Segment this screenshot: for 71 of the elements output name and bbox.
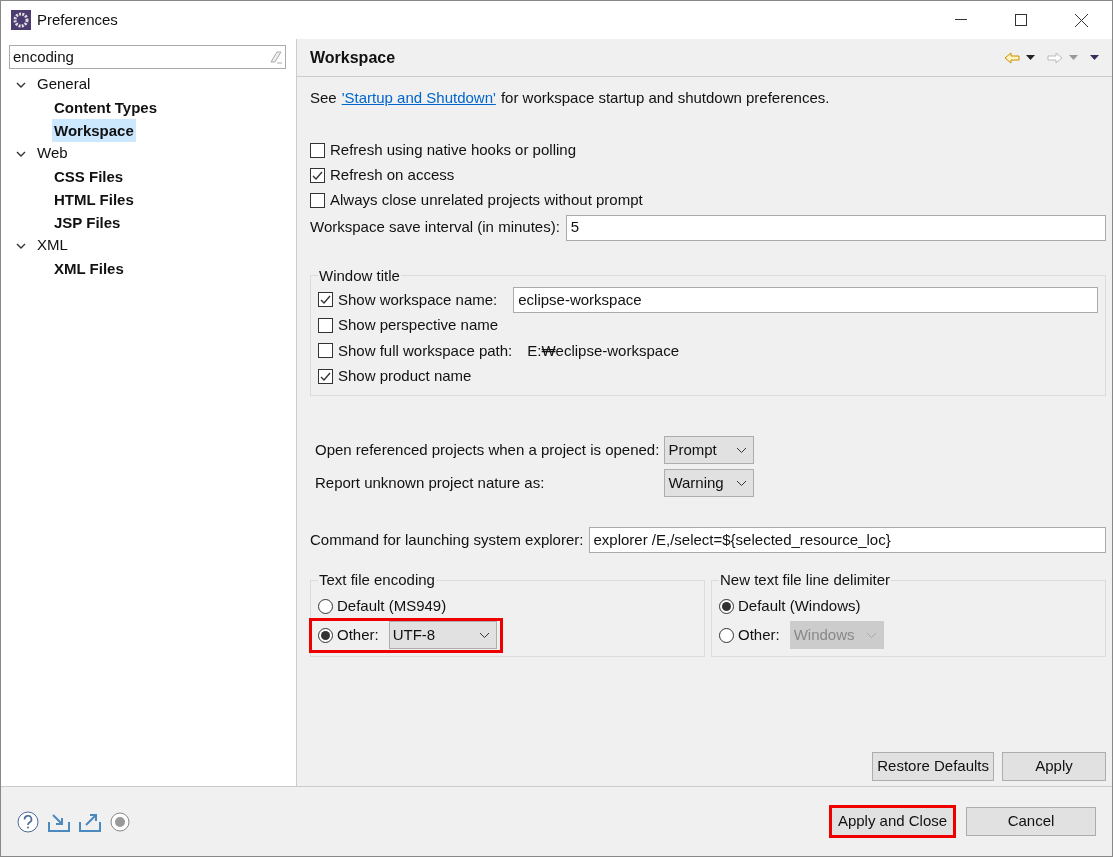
dropdown[interactable]: Warning [664, 469, 755, 497]
tree-item[interactable]: XML Files [52, 257, 126, 280]
checkbox[interactable] [310, 167, 325, 183]
checkbox-label: Refresh on access [330, 164, 455, 185]
close-icon[interactable] [1075, 13, 1088, 27]
field-label: Command for launching system explorer: [310, 529, 584, 550]
chevron-down-icon [736, 446, 748, 454]
field-label: Report unknown project nature as: [315, 472, 546, 493]
workspace-path: E:₩eclipse-workspace [527, 340, 679, 361]
group-title: Window title [318, 265, 401, 286]
checkbox[interactable] [318, 368, 333, 384]
chevron-down-icon [478, 631, 490, 639]
chevron-down-icon [736, 479, 748, 487]
checkbox[interactable] [318, 292, 333, 308]
tree-item[interactable]: JSP Files [52, 211, 123, 234]
explorer-command-field[interactable]: explorer /E,/select=${selected_resource_loc} [589, 527, 1106, 553]
startup-link[interactable]: 'Startup and Shutdown' [341, 87, 496, 110]
radio-label: Default (MS949) [337, 595, 447, 616]
radio-label: Other: [337, 624, 379, 645]
checkmark-icon [312, 169, 323, 181]
page-title: Workspace [310, 47, 396, 68]
export-icon[interactable] [79, 811, 101, 832]
dialog-button[interactable]: Apply and Close [829, 805, 956, 838]
dropdown[interactable]: UTF-8 [388, 621, 497, 649]
checkbox[interactable] [318, 343, 333, 359]
checkmark-icon [320, 294, 331, 306]
radio-button[interactable] [719, 598, 734, 614]
record-icon[interactable] [110, 811, 130, 832]
dropdown[interactable]: Prompt [664, 436, 755, 464]
tree-item[interactable]: General [35, 73, 93, 96]
workspace-name-field[interactable]: eclipse-workspace [513, 286, 1098, 313]
checkbox[interactable] [310, 192, 325, 208]
dropdown-arrow-icon[interactable] [1026, 55, 1035, 60]
tree-item[interactable]: Web [35, 142, 70, 165]
checkbox-label: Show perspective name [338, 315, 499, 335]
menu-arrow-icon[interactable] [1090, 55, 1099, 60]
checkbox[interactable] [318, 317, 333, 333]
app-icon [11, 10, 31, 30]
group-title: New text file line delimiter [719, 570, 892, 590]
tree-item[interactable]: HTML Files [52, 188, 136, 211]
checkbox-label: Show workspace name: [338, 289, 498, 310]
tree-item[interactable]: Workspace [52, 119, 136, 142]
checkbox-label: Show product name [338, 366, 472, 386]
tree-item[interactable]: CSS Files [52, 165, 126, 188]
checkmark-icon [320, 370, 331, 382]
import-icon[interactable] [48, 811, 70, 832]
field-label: Workspace save interval (in minutes): [310, 217, 560, 238]
radio-label: Other: [738, 624, 780, 645]
page-button[interactable]: Apply [1002, 752, 1106, 781]
tree-item[interactable]: XML [35, 234, 70, 257]
checkbox[interactable] [310, 142, 325, 158]
group-title: Text file encoding [318, 570, 436, 590]
page-button[interactable]: Restore Defaults [872, 752, 994, 781]
filter-field[interactable]: encoding [9, 45, 286, 69]
maximize-icon[interactable] [1015, 14, 1027, 26]
radio-button[interactable] [318, 598, 333, 614]
help-icon[interactable] [17, 810, 39, 833]
radio-label: Default (Windows) [738, 595, 861, 616]
field-label: Open referenced projects when a project is opened: [315, 439, 660, 460]
window-title: Preferences [37, 9, 118, 30]
intro-text: See [310, 88, 337, 108]
radio-button[interactable] [318, 627, 333, 643]
checkbox-label: Show full workspace path: [338, 340, 513, 361]
interval-field[interactable]: 5 [565, 214, 1106, 241]
checkbox-label: Always close unrelated projects without prompt [330, 189, 643, 210]
chevron-down-icon [865, 631, 877, 639]
dialog-button[interactable]: Cancel [966, 807, 1096, 836]
intro-text: for workspace startup and shutdown preferences. [500, 88, 830, 108]
minimize-icon[interactable] [955, 19, 967, 21]
checkbox-label: Refresh using native hooks or polling [330, 139, 576, 160]
tree-item[interactable]: Content Types [52, 96, 160, 119]
